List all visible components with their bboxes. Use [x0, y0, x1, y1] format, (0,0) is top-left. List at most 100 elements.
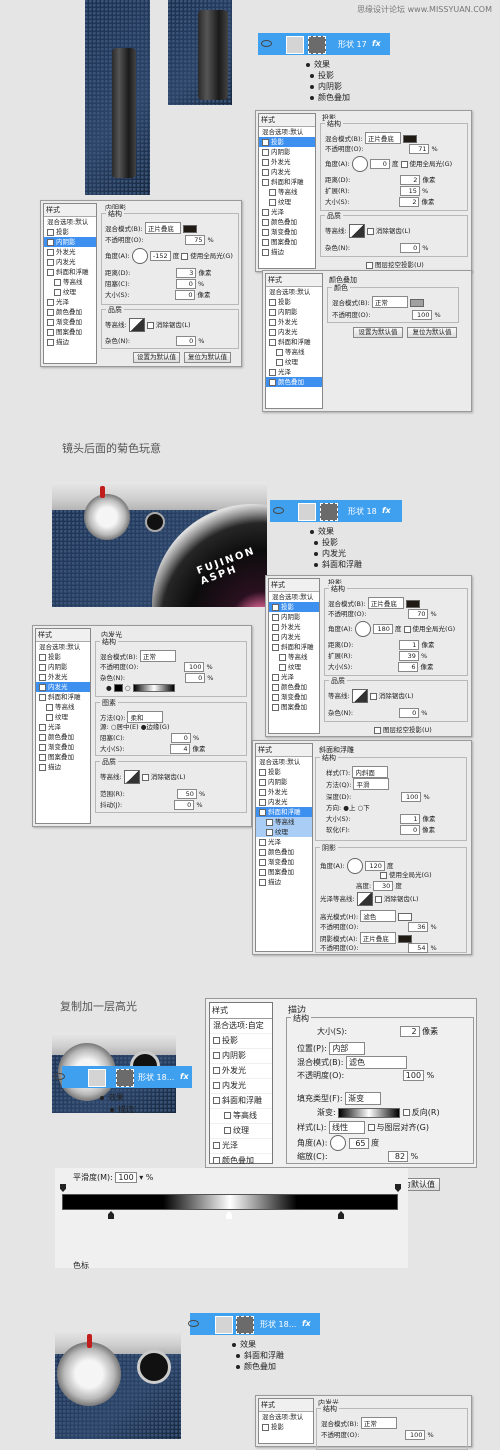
style-item-stroke[interactable]: 描边: [44, 337, 96, 347]
opacity-row[interactable]: 不透明度(O): 70 %: [328, 608, 437, 619]
set-default-button[interactable]: 设置为默认值: [353, 327, 403, 338]
style-item-gradient-overlay[interactable]: 渐变叠加: [259, 227, 315, 237]
contour-row[interactable]: 等高线: 消除锯齿(L): [105, 318, 191, 332]
style-item-outer-glow[interactable]: 外发光: [266, 317, 322, 327]
style-item-gradient-overlay[interactable]: 渐变叠加: [36, 742, 90, 752]
distance-row[interactable]: 距离(D): 2 像素: [325, 174, 435, 185]
color-stop-2[interactable]: [226, 1211, 232, 1219]
layer-row-shape18[interactable]: 形状 18 fx: [270, 500, 402, 522]
blend-options-item[interactable]: 混合选项:默认: [256, 757, 312, 767]
style-item-satin[interactable]: 光泽: [36, 722, 90, 732]
blend-options-item[interactable]: 混合选项:默认: [269, 592, 319, 602]
size-row[interactable]: 大小(S): 0 像素: [105, 289, 211, 300]
fx-icon[interactable]: fx: [382, 506, 391, 515]
style-item-color-overlay[interactable]: 颜色叠加: [259, 217, 315, 227]
style-item-texture[interactable]: 纹理: [256, 827, 312, 837]
style-item-contour[interactable]: 等高线: [269, 652, 319, 662]
depth-row[interactable]: 深度(D): 100 %: [326, 791, 430, 802]
opacity-row[interactable]: 不透明度(O): 75 %: [105, 234, 214, 245]
style-item-inner-shadow[interactable]: 内阴影: [44, 237, 96, 247]
style-item-stroke[interactable]: 描边: [256, 877, 312, 887]
highlight-opacity-row[interactable]: 不透明度(O): 36 %: [320, 921, 437, 932]
eye-icon[interactable]: [188, 1320, 199, 1327]
effect-stroke[interactable]: 描边: [110, 1104, 134, 1115]
style-item-drop-shadow[interactable]: 投影: [266, 297, 322, 307]
opacity-row[interactable]: 不透明度(O): 100 %: [100, 661, 213, 672]
color-row[interactable]: ● ○: [106, 684, 175, 692]
opacity-row[interactable]: 不透明度(O): 100 %: [332, 309, 441, 320]
size-row[interactable]: 大小(S): 2 像素: [325, 196, 435, 207]
style-item-satin[interactable]: 光泽: [44, 297, 96, 307]
fx-icon[interactable]: fx: [180, 1072, 189, 1081]
blend-mode-row[interactable]: 混合模式(B): 正片叠底: [105, 222, 197, 234]
style-item-satin[interactable]: 光泽: [266, 367, 322, 377]
size-row[interactable]: 大小(S): 2 像素: [317, 1026, 438, 1037]
angle-row[interactable]: 角度(A): 180 度 使用全局光(G): [328, 621, 455, 637]
gradient-row[interactable]: 渐变: 反向(R): [317, 1107, 440, 1118]
style-item-outer-glow[interactable]: 外发光: [259, 157, 315, 167]
style-item-texture[interactable]: 纹理: [44, 287, 96, 297]
style-item-color-overlay[interactable]: 颜色叠加: [256, 847, 312, 857]
eye-icon[interactable]: [54, 1073, 65, 1080]
style-item-drop-shadow[interactable]: 投影: [210, 1034, 272, 1049]
layer-row-shape17[interactable]: 形状 17 fx: [258, 33, 390, 55]
knockout-checkbox[interactable]: 图层挖空投影(U): [374, 724, 432, 734]
reset-default-button[interactable]: 复位为默认值: [184, 352, 231, 363]
style-item-outer-glow[interactable]: 外发光: [210, 1064, 272, 1079]
opacity-row[interactable]: 不透明度(O): 100 %: [321, 1429, 434, 1440]
size-row[interactable]: 大小(S): 1 像素: [326, 813, 436, 824]
effect-bevel[interactable]: 斜面和浮雕: [236, 1350, 284, 1361]
set-default-button[interactable]: 设置为默认值: [133, 352, 180, 363]
style-item-bevel[interactable]: 斜面和浮雕: [44, 267, 96, 277]
layer-row-shape18-copy[interactable]: 形状 18... fx: [54, 1066, 192, 1088]
style-item-outer-glow[interactable]: 外发光: [269, 622, 319, 632]
spread-row[interactable]: 扩展(R): 39 %: [328, 650, 427, 661]
style-item-gradient-overlay[interactable]: 渐变叠加: [44, 317, 96, 327]
style-item-texture[interactable]: 纹理: [259, 197, 315, 207]
style-item-bevel[interactable]: 斜面和浮雕: [256, 807, 312, 817]
eye-icon[interactable]: [261, 40, 272, 47]
layer-row-shape18-copy2[interactable]: 形状 18... fx: [188, 1313, 320, 1335]
style-item-gradient-overlay[interactable]: 渐变叠加: [269, 692, 319, 702]
opacity-row[interactable]: 不透明度(O): 71 %: [325, 143, 438, 154]
style-item-stroke[interactable]: 描边: [259, 247, 315, 257]
angle-row[interactable]: 角度(A): 0 度 使用全局光(G): [325, 156, 452, 172]
choke-row[interactable]: 阻塞(C): 0 %: [100, 732, 199, 743]
noise-row[interactable]: 杂色(N): 0 %: [328, 707, 427, 718]
fill-type-row[interactable]: 填充类型(F): 渐变: [297, 1092, 382, 1105]
technique-row[interactable]: 方法(Q): 平滑: [326, 778, 390, 790]
style-item-stroke[interactable]: 描边: [36, 762, 90, 772]
style-item-inner-glow[interactable]: 内发光: [36, 682, 90, 692]
style-item-inner-shadow[interactable]: 内阴影: [259, 147, 315, 157]
style-item-color-overlay[interactable]: 颜色叠加: [269, 682, 319, 692]
source-row[interactable]: 源: ○居中(E) ●边缘(G): [100, 721, 170, 731]
style-item-texture[interactable]: 纹理: [36, 712, 90, 722]
blend-options-item[interactable]: 混合选项:默认: [266, 287, 322, 297]
gradient-bar[interactable]: [62, 1194, 398, 1210]
direction-row[interactable]: 方向: ●上 ○下: [326, 802, 370, 812]
style-item-drop-shadow[interactable]: 投影: [259, 1422, 313, 1432]
spread-row[interactable]: 扩展(R): 15 %: [325, 185, 428, 196]
style-item-contour[interactable]: 等高线: [266, 347, 322, 357]
smoothness-row[interactable]: 平滑度(M): 100 ▾ %: [73, 1172, 153, 1183]
style-item-contour[interactable]: 等高线: [44, 277, 96, 287]
style-item-pattern-overlay[interactable]: 图案叠加: [269, 702, 319, 712]
style-item-bevel[interactable]: 斜面和浮雕: [269, 642, 319, 652]
style-item-inner-glow[interactable]: 内发光: [210, 1079, 272, 1094]
style-item-drop-shadow[interactable]: 投影: [259, 137, 315, 147]
noise-row[interactable]: 杂色(N): 0 %: [100, 672, 213, 683]
blend-options-item[interactable]: 混合选项:默认: [259, 1412, 313, 1422]
knockout-checkbox[interactable]: 图层挖空投影(U): [366, 259, 424, 269]
contour-row[interactable]: 等高线: 消除锯齿(L): [328, 689, 414, 703]
soften-row[interactable]: 软化(F): 0 像素: [326, 824, 435, 835]
style-item-inner-glow[interactable]: 内发光: [256, 797, 312, 807]
style-item-color-overlay[interactable]: 颜色叠加: [44, 307, 96, 317]
contour-row[interactable]: 等高线: 消除锯齿(L): [325, 224, 411, 238]
choke-row[interactable]: 阻塞(C): 0 %: [105, 278, 204, 289]
style-item-inner-shadow[interactable]: 内阴影: [266, 307, 322, 317]
style-item-bevel[interactable]: 斜面和浮雕: [266, 337, 322, 347]
gloss-contour-row[interactable]: 光泽等高线: 消除锯齿(L): [320, 892, 419, 906]
style-item-texture[interactable]: 纹理: [266, 357, 322, 367]
effect-color-overlay[interactable]: 颜色叠加: [310, 92, 350, 103]
blend-mode-row[interactable]: 混合模式(B): 正常: [321, 1417, 397, 1429]
